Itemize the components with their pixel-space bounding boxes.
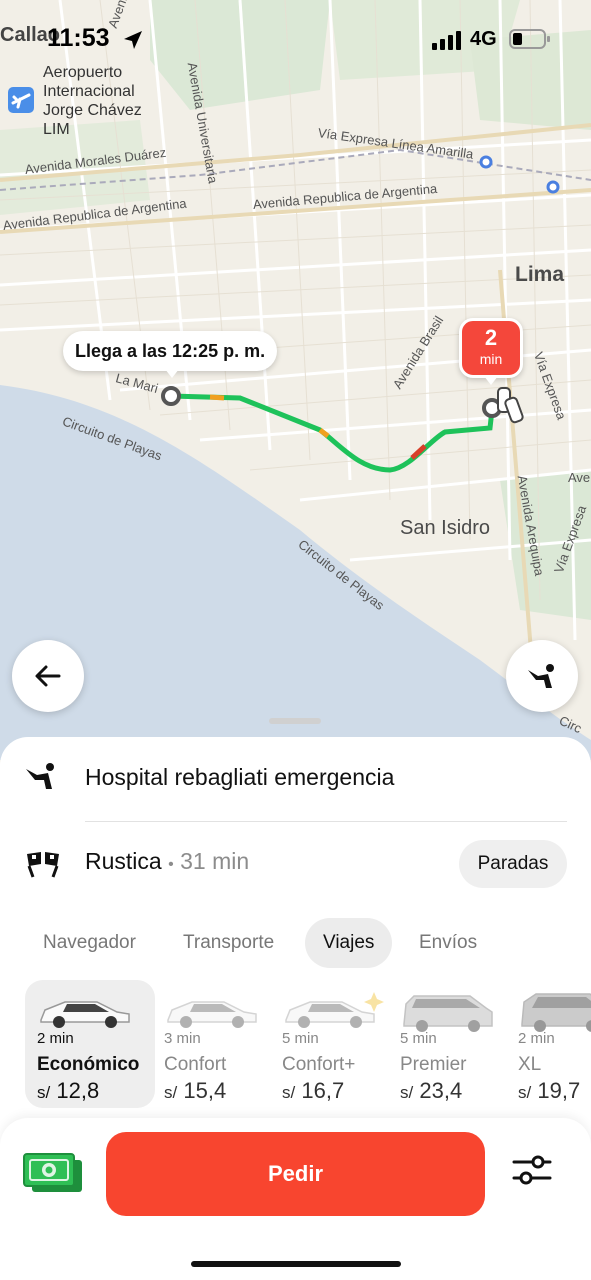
tariff-carousel[interactable]: 2 min Económico s/ 12,8 3 min Confort s/…: [0, 978, 591, 1110]
district-label: San Isidro: [400, 517, 491, 539]
pickup-eta-minutes: 2: [484, 325, 498, 350]
pickup-point-button[interactable]: [506, 640, 578, 712]
payment-method-button[interactable]: [22, 1150, 84, 1196]
currency: s/: [164, 1083, 178, 1102]
status-time: 11:53: [47, 24, 110, 52]
tab-viajes[interactable]: Viajes: [305, 918, 393, 968]
checkered-flags-icon: [27, 852, 59, 878]
pickup-eta-unit: min: [479, 351, 503, 367]
tariff-price: s/ 15,4: [164, 1078, 226, 1104]
tariff-price: s/ 12,8: [37, 1078, 99, 1104]
price-value: 16,7: [301, 1078, 345, 1103]
signal-icon: [432, 30, 464, 55]
pickup-address-row[interactable]: Hospital rebagliati emergencia: [0, 737, 591, 817]
person-waving-icon: [528, 664, 554, 688]
currency: s/: [518, 1083, 532, 1102]
arrival-time-bubble: Llega a las 12:25 p. m.: [63, 331, 278, 371]
pickup-address: Hospital rebagliati emergencia: [85, 764, 395, 790]
suv-icon: [403, 995, 493, 1032]
destination-name: Rustica: [85, 848, 162, 874]
pickup-eta-badge: 2 min: [459, 318, 523, 378]
tariff-price: s/ 19,7: [518, 1078, 580, 1104]
stops-button[interactable]: Paradas: [459, 840, 567, 888]
tariff-card-confort-plus[interactable]: 5 min Confort+ s/ 16,7: [270, 980, 400, 1108]
tariff-eta: 3 min: [164, 1030, 201, 1047]
arrow-left-icon: [35, 665, 61, 687]
tab-transporte[interactable]: Transporte: [183, 918, 274, 968]
order-button[interactable]: Pedir: [106, 1132, 485, 1216]
tariff-eta: 2 min: [37, 1030, 74, 1047]
price-value: 15,4: [183, 1078, 227, 1103]
city-label: Lima: [515, 263, 565, 286]
minivan-icon: [521, 993, 591, 1032]
tariff-eta: 2 min: [518, 1030, 555, 1047]
tariff-name: Premier: [400, 1054, 467, 1075]
person-waving-icon: [26, 763, 54, 789]
currency: s/: [400, 1083, 414, 1102]
car-icon: [285, 992, 384, 1028]
bubble-pointer: [165, 369, 179, 378]
tariff-name: Confort: [164, 1054, 227, 1075]
tariff-card-confort[interactable]: 3 min Confort s/ 15,4: [152, 980, 282, 1108]
currency: s/: [282, 1083, 296, 1102]
airport-icon: [8, 87, 34, 113]
tariff-card-premier[interactable]: 5 min Premier s/ 23,4: [388, 980, 518, 1108]
network-type: 4G: [470, 28, 497, 50]
home-indicator: [191, 1261, 401, 1267]
battery-icon: [509, 28, 551, 55]
price-value: 19,7: [537, 1078, 581, 1103]
tariff-name: Confort+: [282, 1054, 356, 1075]
car-icon: [167, 1001, 257, 1028]
location-arrow-icon: [122, 29, 144, 56]
tariff-eta: 5 min: [400, 1030, 437, 1047]
price-value: 23,4: [419, 1078, 463, 1103]
tariff-name: Económico: [37, 1054, 140, 1075]
street-label: Ave: [568, 470, 591, 485]
back-button[interactable]: [12, 640, 84, 712]
tariff-name: XL: [518, 1054, 542, 1075]
currency: s/: [37, 1083, 51, 1102]
tariff-eta: 5 min: [282, 1030, 319, 1047]
tab-navegador[interactable]: Navegador: [43, 918, 136, 968]
tariff-card-xl[interactable]: 2 min XL s/ 19,7: [506, 980, 591, 1108]
badge-pointer: [484, 376, 498, 385]
sliders-icon: [512, 1155, 552, 1185]
tariff-price: s/ 16,7: [282, 1078, 344, 1104]
status-bar: Callao 11:53 4G: [0, 0, 591, 80]
car-icon: [40, 1001, 130, 1028]
trip-options-button[interactable]: [512, 1152, 562, 1194]
sheet-grabber[interactable]: [269, 718, 321, 724]
cash-icon: [23, 1153, 82, 1192]
destination-address: Rustica • 31 min: [85, 848, 249, 875]
tab-envios[interactable]: Envíos: [419, 918, 477, 968]
tariff-price: s/ 23,4: [400, 1078, 462, 1104]
trip-duration: 31 min: [180, 848, 250, 874]
price-value: 12,8: [56, 1078, 100, 1103]
map-view[interactable]: Aeropuerto Internacional Jorge Chávez LI…: [0, 0, 591, 760]
separator: •: [168, 856, 174, 873]
tariff-card-economico[interactable]: 2 min Económico s/ 12,8: [25, 980, 155, 1108]
